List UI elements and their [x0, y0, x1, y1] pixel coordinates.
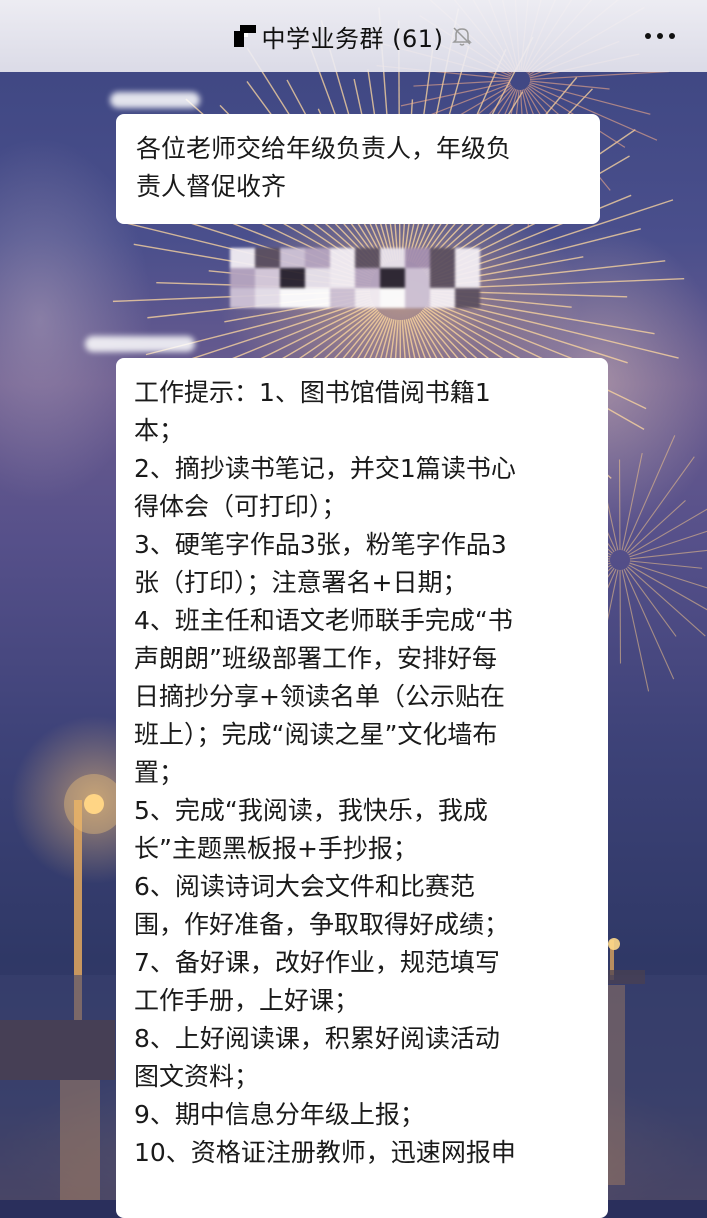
sender-name-redacted [85, 336, 195, 352]
mosaic-cell [255, 248, 280, 268]
mosaic-cell [405, 288, 430, 308]
mosaic-cell [430, 268, 455, 288]
message-line: 4、班主任和语文老师联手完成“书 [134, 602, 590, 640]
mosaic-cell [230, 288, 255, 308]
message-line: 班上）；完成“阅读之星”文化墙布 [134, 716, 590, 754]
mosaic-cell [455, 268, 480, 288]
message-line: 9、期中信息分年级上报； [134, 1096, 590, 1134]
message-line: 张（打印）；注意署名+日期； [134, 564, 590, 602]
more-dots-icon [643, 26, 677, 46]
message-line: 责人督促收齐 [136, 168, 580, 206]
mosaic-cell [355, 268, 380, 288]
message-line: 5、完成“我阅读，我快乐，我成 [134, 792, 590, 830]
mosaic-cell [355, 288, 380, 308]
mosaic-cell [430, 288, 455, 308]
mosaic-cell [280, 288, 305, 308]
mosaic-cell [330, 268, 355, 288]
bell-off-icon [451, 25, 473, 47]
mosaic-cell [330, 288, 355, 308]
mosaic-cell [305, 268, 330, 288]
message-line: 声朗朗”班级部署工作，安排好每 [134, 640, 590, 678]
mosaic-cell [380, 268, 405, 288]
mosaic-cell [380, 248, 405, 268]
message-line: 7、备好课，改好作业，规范填写 [134, 944, 590, 982]
message-bubble-work-tips[interactable]: 工作提示：1、图书馆借阅书籍1本；2、摘抄读书笔记，并交1篇读书心得体会（可打印… [116, 358, 608, 1218]
chat-header: 中学业务群 (61) [0, 0, 707, 72]
mosaic-cell [330, 248, 355, 268]
message-line: 围，作好准备，争取取得好成绩； [134, 906, 590, 944]
message-line: 10、资格证注册教师，迅速网报申 [134, 1134, 590, 1172]
mosaic-cell [305, 248, 330, 268]
mosaic-cell [455, 288, 480, 308]
message-bubble-notice[interactable]: 各位老师交给年级负责人，年级负 责人督促收齐 [116, 114, 600, 224]
mosaic-cell [430, 248, 455, 268]
message-line: 6、阅读诗词大会文件和比赛范 [134, 868, 590, 906]
mosaic-cell [230, 268, 255, 288]
mosaic-cell [380, 288, 405, 308]
message-line: 置； [134, 754, 590, 792]
mosaic-cell [405, 268, 430, 288]
message-line: 工作手册，上好课； [134, 982, 590, 1020]
message-line: 得体会（可打印）； [134, 488, 590, 526]
message-line: 各位老师交给年级负责人，年级负 [136, 130, 580, 168]
message-line: 日摘抄分享+领读名单（公示贴在 [134, 678, 590, 716]
message-line: 本； [134, 412, 590, 450]
message-line: 2、摘抄读书笔记，并交1篇读书心 [134, 450, 590, 488]
mosaic-cell [280, 248, 305, 268]
message-line: 3、硬笔字作品3张，粉笔字作品3 [134, 526, 590, 564]
more-options-button[interactable] [643, 26, 677, 46]
mosaic-cell [255, 268, 280, 288]
mosaic-cell [455, 248, 480, 268]
mosaic-cell [230, 248, 255, 268]
mosaic-cell [355, 248, 380, 268]
message-line: 工作提示：1、图书馆借阅书籍1 [134, 374, 590, 412]
pixelated-image-message[interactable] [230, 248, 480, 310]
message-line: 长”主题黑板报+手抄报； [134, 830, 590, 868]
qr-logo-icon [234, 25, 256, 47]
mosaic-cell [305, 288, 330, 308]
mosaic-cell [405, 248, 430, 268]
sender-name-redacted [110, 92, 200, 108]
chat-title-bar: 中学业务群 (61) [0, 16, 707, 56]
mosaic-cell [255, 288, 280, 308]
mosaic-cell [280, 268, 305, 288]
chat-title[interactable]: 中学业务群 (61) [262, 19, 444, 54]
message-line: 8、上好阅读课，积累好阅读活动 [134, 1020, 590, 1058]
message-line: 图文资料； [134, 1058, 590, 1096]
